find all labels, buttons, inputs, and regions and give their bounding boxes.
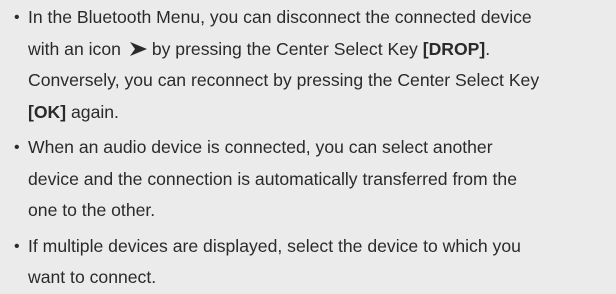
note-text: with an icon xyxy=(28,38,121,59)
note-line: with an icon by pressing the Center Sele… xyxy=(28,34,606,66)
note-item-multiple: • If multiple devices are displayed, sel… xyxy=(14,231,606,294)
note-item-transfer: • When an audio device is connected, you… xyxy=(14,132,606,227)
note-line: one to the other. xyxy=(28,200,156,220)
notes-box: • In the Bluetooth Menu, you can disconn… xyxy=(0,0,616,287)
note-text: Conversely, you can reconnect by pressin… xyxy=(28,70,540,90)
note-text: . xyxy=(485,38,491,59)
note-line: Conversely, you can reconnect by pressin… xyxy=(28,65,606,97)
note-text: In the Bluetooth Menu, you can disconnec… xyxy=(28,7,532,27)
note-item-disconnect: • In the Bluetooth Menu, you can disconn… xyxy=(14,2,606,128)
note-line: device and the connection is automatical… xyxy=(28,168,517,189)
note-text: again. xyxy=(71,101,119,122)
key-label-drop: [DROP] xyxy=(422,38,486,59)
bullet-dot: • xyxy=(14,237,20,255)
note-line: When an audio device is connected, you c… xyxy=(28,137,493,157)
bullet-dot: • xyxy=(14,139,20,156)
note-line: In the Bluetooth Menu, you can disconnec… xyxy=(28,2,606,34)
bullet-dot: • xyxy=(14,9,20,26)
note-line: If multiple devices are displayed, selec… xyxy=(28,235,521,256)
note-line: want to connect. xyxy=(28,267,157,287)
arrow-icon xyxy=(129,41,147,56)
note-text: by pressing the Center Select Key xyxy=(151,38,418,59)
note-line: [OK] again. xyxy=(28,97,606,129)
key-label-ok: [OK] xyxy=(28,101,67,122)
